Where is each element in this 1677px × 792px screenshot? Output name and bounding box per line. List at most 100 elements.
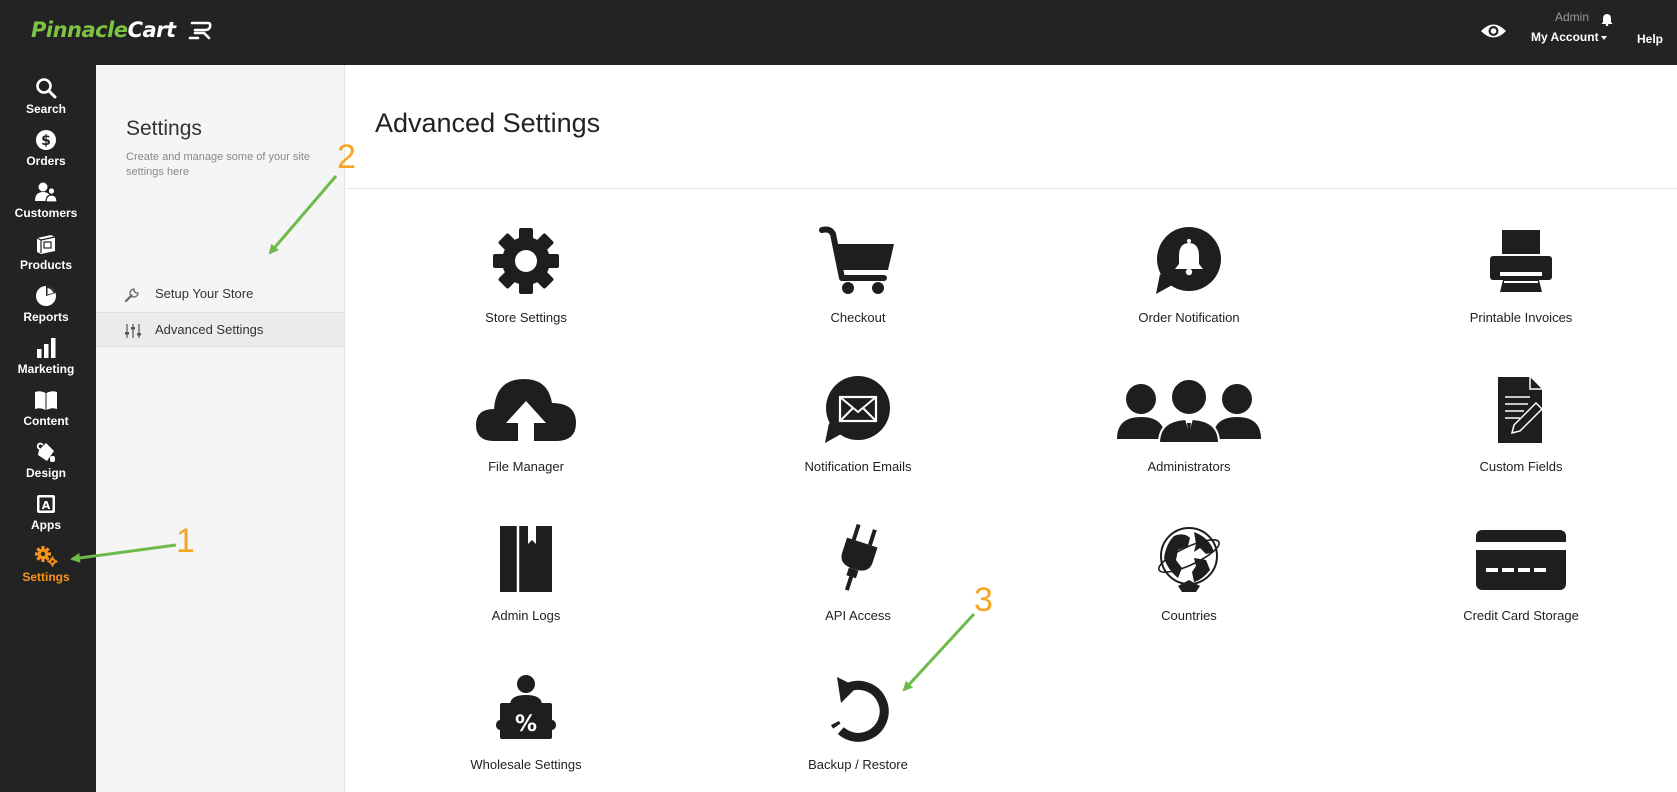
annotation-label-3: 3 xyxy=(974,581,993,619)
sidebar-item-label: Search xyxy=(25,102,67,116)
subnav-item-label: Setup Your Store xyxy=(155,286,254,301)
help-link[interactable]: Help xyxy=(1637,32,1663,46)
subnav-item-label: Advanced Settings xyxy=(155,322,264,337)
svg-text:A: A xyxy=(42,499,51,512)
logo-mark-icon xyxy=(188,21,212,40)
tile-order-notification[interactable]: Order Notification xyxy=(1089,226,1289,356)
pie-chart-icon xyxy=(36,286,56,306)
tile-label: Order Notification xyxy=(1138,310,1240,325)
sidebar-item-marketing[interactable]: Marketing xyxy=(0,337,92,376)
sidebar-item-label: Orders xyxy=(26,154,66,168)
svg-text:%: % xyxy=(515,712,537,737)
tile-printable-invoices[interactable]: Printable Invoices xyxy=(1421,226,1621,356)
document-pen-icon xyxy=(1498,377,1544,443)
wrench-icon xyxy=(124,288,139,303)
credit-card-icon xyxy=(1476,530,1566,590)
tile-countries[interactable]: Countries xyxy=(1089,524,1289,654)
tile-label: Countries xyxy=(1161,608,1217,623)
subpanel-description: Create and manage some of your site sett… xyxy=(126,151,311,178)
sidebar-item-label: Customers xyxy=(14,206,78,220)
tile-backup-restore[interactable]: Backup / Restore xyxy=(758,673,958,792)
tile-store-settings[interactable]: Store Settings xyxy=(426,226,626,356)
tile-label: Store Settings xyxy=(485,310,567,325)
sidebar-item-label: Content xyxy=(23,414,69,428)
bar-chart-icon xyxy=(37,338,56,358)
tile-label: Administrators xyxy=(1147,459,1231,474)
subnav-item-setup-store[interactable]: Setup Your Store xyxy=(96,277,344,312)
subpanel-title: Settings xyxy=(126,117,202,140)
tile-file-manager[interactable]: File Manager xyxy=(426,375,626,505)
tile-label: Custom Fields xyxy=(1479,459,1563,474)
sidebar-item-label: Reports xyxy=(23,310,69,324)
tile-credit-card-storage[interactable]: Credit Card Storage xyxy=(1421,524,1621,654)
users-icon xyxy=(35,182,58,203)
tile-checkout[interactable]: Checkout xyxy=(758,226,958,356)
sidebar-item-orders[interactable]: $ Orders xyxy=(0,129,92,168)
sidebar-item-reports[interactable]: Reports xyxy=(0,285,92,324)
tile-label: Admin Logs xyxy=(491,608,561,623)
tile-label: Credit Card Storage xyxy=(1463,608,1579,623)
book-icon xyxy=(35,391,57,410)
cart-icon xyxy=(819,226,894,294)
paint-bucket-icon xyxy=(36,442,55,462)
envelope-bubble-icon xyxy=(825,376,890,443)
sidebar-item-settings[interactable]: Settings xyxy=(0,545,92,584)
sidebar-item-customers[interactable]: Customers xyxy=(0,181,92,220)
people-icon xyxy=(1117,378,1261,444)
tile-administrators[interactable]: Administrators xyxy=(1089,375,1289,505)
tile-label: File Manager xyxy=(488,459,564,474)
sidebar-item-label: Design xyxy=(25,466,66,480)
main-sidebar: Search $ Orders Customers Products Repor… xyxy=(0,65,96,792)
sidebar-item-search[interactable]: Search xyxy=(0,77,92,116)
tile-notification-emails[interactable]: Notification Emails xyxy=(758,375,958,505)
tile-label: Wholesale Settings xyxy=(470,757,582,772)
sidebar-item-content[interactable]: Content xyxy=(0,389,92,428)
tile-label: Checkout xyxy=(830,310,886,325)
logbook-icon xyxy=(500,526,552,592)
page-title: Advanced Settings xyxy=(375,108,601,138)
restore-icon xyxy=(830,677,889,742)
sidebar-item-label: Products xyxy=(19,258,72,272)
dollar-circle-icon: $ xyxy=(36,130,56,150)
top-bar: PinnacleCart Admin My Account Help xyxy=(0,0,1677,65)
sidebar-item-label: Apps xyxy=(31,518,61,532)
annotation-label-2: 2 xyxy=(337,138,356,176)
tile-wholesale-settings[interactable]: % Wholesale Settings xyxy=(426,673,626,792)
subnav-item-advanced-settings[interactable]: Advanced Settings xyxy=(96,312,344,347)
wholesale-person-icon: % xyxy=(496,675,556,739)
tile-label: Printable Invoices xyxy=(1469,310,1573,325)
sidebar-item-products[interactable]: Products xyxy=(0,233,92,272)
tile-label: Notification Emails xyxy=(804,459,912,474)
admin-username: Admin xyxy=(1555,10,1590,24)
sliders-icon xyxy=(125,324,141,338)
svg-text:$: $ xyxy=(41,133,51,149)
sidebar-item-label: Marketing xyxy=(17,362,75,376)
sidebar-item-design[interactable]: Design xyxy=(0,441,92,480)
tile-label: Backup / Restore xyxy=(808,757,908,772)
tile-api-access[interactable]: API Access xyxy=(758,524,958,654)
box-icon xyxy=(36,235,56,254)
preview-eye-icon[interactable] xyxy=(1480,22,1507,40)
globe-icon xyxy=(1158,527,1220,592)
brand-logo[interactable]: PinnacleCart xyxy=(31,16,176,44)
chevron-down-icon xyxy=(1601,36,1607,40)
logo-text-white: Cart xyxy=(127,18,176,42)
tile-custom-fields[interactable]: Custom Fields xyxy=(1421,375,1621,505)
plug-icon xyxy=(841,524,878,591)
sidebar-item-label: Settings xyxy=(22,570,70,584)
my-account-label: My Account xyxy=(1531,30,1599,44)
gears-icon xyxy=(35,546,58,567)
app-icon: A xyxy=(37,495,55,513)
tile-label: API Access xyxy=(825,608,891,623)
logo-text-green: Pinnacle xyxy=(31,18,128,42)
gear-icon xyxy=(493,228,559,294)
bell-icon[interactable] xyxy=(1601,13,1613,26)
title-divider xyxy=(346,188,1677,189)
cloud-upload-icon xyxy=(476,379,576,441)
sidebar-item-apps[interactable]: A Apps xyxy=(0,493,92,532)
printer-icon xyxy=(1490,230,1552,292)
bell-bubble-icon xyxy=(1156,227,1221,294)
tile-admin-logs[interactable]: Admin Logs xyxy=(426,524,626,654)
search-icon xyxy=(36,78,57,99)
settings-subpanel: Settings Create and manage some of your … xyxy=(96,65,345,792)
